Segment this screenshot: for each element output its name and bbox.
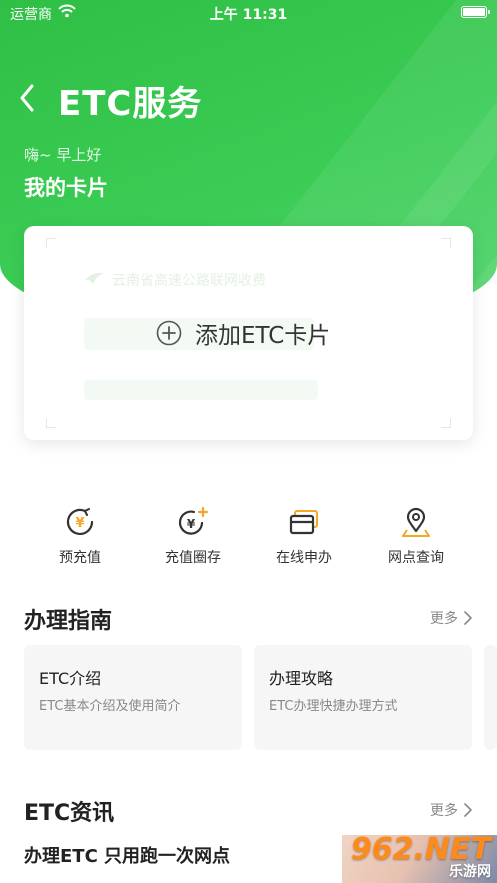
watermark-big: 962.NET bbox=[350, 835, 491, 867]
card-corner bbox=[441, 418, 451, 428]
guide-card-handling-tips[interactable]: 办理攻略 ETC办理快捷办理方式 bbox=[254, 645, 472, 750]
quick-actions: ¥ 预充值 ¥ 充值圈存 在线申办 网点查询 bbox=[0, 505, 497, 575]
page-title: ETC服务 bbox=[58, 84, 203, 124]
card-placeholder bbox=[84, 380, 318, 400]
news-thumbnail[interactable]: 962.NET 乐游网 bbox=[342, 835, 497, 883]
quick-action-label: 充值圈存 bbox=[165, 550, 221, 566]
quick-action-outlet-search[interactable]: 网点查询 bbox=[366, 505, 466, 567]
guide-card-desc: ETC办理快捷办理方式 bbox=[269, 699, 398, 714]
yuan-plus-icon: ¥ bbox=[178, 506, 209, 535]
guide-card-etc-intro[interactable]: ETC介绍 ETC基本介绍及使用简介 bbox=[24, 645, 242, 750]
quick-action-topup[interactable]: ¥ 充值圈存 bbox=[143, 505, 243, 567]
card-corner bbox=[46, 418, 56, 428]
card-corner bbox=[441, 238, 451, 248]
guide-card-desc: ETC基本介绍及使用简介 bbox=[39, 699, 181, 714]
quick-action-label: 网点查询 bbox=[388, 550, 444, 566]
add-etc-card-button[interactable]: 添加ETC卡片 bbox=[156, 315, 330, 351]
add-etc-card-label: 添加ETC卡片 bbox=[195, 323, 331, 349]
svg-text:¥: ¥ bbox=[75, 516, 84, 531]
more-label: 更多 bbox=[430, 803, 458, 819]
news-section-title: ETC资讯 bbox=[24, 801, 115, 826]
site-watermark: 962.NET 乐游网 bbox=[351, 835, 491, 879]
guide-section-title: 办理指南 bbox=[24, 609, 113, 634]
nav-bar: ETC服务 bbox=[0, 72, 497, 128]
status-bar: 运营商 上午 11:31 bbox=[0, 0, 497, 26]
quick-action-apply-online[interactable]: 在线申办 bbox=[254, 505, 354, 567]
news-item-title[interactable]: 办理ETC 只用跑一次网点 bbox=[24, 842, 230, 868]
guide-card-partial[interactable] bbox=[484, 645, 497, 750]
quick-action-label: 在线申办 bbox=[276, 550, 332, 566]
back-chevron-icon[interactable] bbox=[14, 80, 42, 116]
card-issuer: 云南省高速公路联网收费 bbox=[112, 273, 266, 289]
issuer-logo-icon bbox=[85, 272, 104, 284]
svg-text:¥: ¥ bbox=[187, 517, 196, 531]
greeting-text: 嗨~ 早上好 bbox=[24, 146, 102, 164]
card-icon bbox=[289, 510, 318, 535]
guide-card-title: ETC介绍 bbox=[39, 669, 102, 688]
location-pin-icon bbox=[402, 507, 430, 537]
etc-card-panel: 云南省高速公路联网收费 添加ETC卡片 bbox=[24, 226, 473, 440]
battery-icon bbox=[461, 6, 490, 18]
clock: 上午 11:31 bbox=[209, 7, 288, 23]
my-card-heading: 我的卡片 bbox=[24, 176, 108, 200]
watermark-small: 乐游网 bbox=[449, 864, 491, 880]
chevron-right-icon bbox=[464, 803, 472, 817]
quick-action-label: 预充值 bbox=[59, 550, 101, 566]
chevron-right-icon bbox=[464, 611, 472, 625]
card-corner bbox=[46, 238, 56, 248]
guide-more-link[interactable]: 更多 bbox=[430, 608, 473, 628]
news-more-link[interactable]: 更多 bbox=[430, 800, 473, 820]
guide-card-title: 办理攻略 bbox=[269, 669, 334, 688]
more-label: 更多 bbox=[430, 611, 458, 627]
add-circle-icon bbox=[156, 320, 182, 346]
yuan-refresh-icon: ¥ bbox=[66, 508, 94, 535]
quick-action-prepay[interactable]: ¥ 预充值 bbox=[30, 505, 130, 567]
